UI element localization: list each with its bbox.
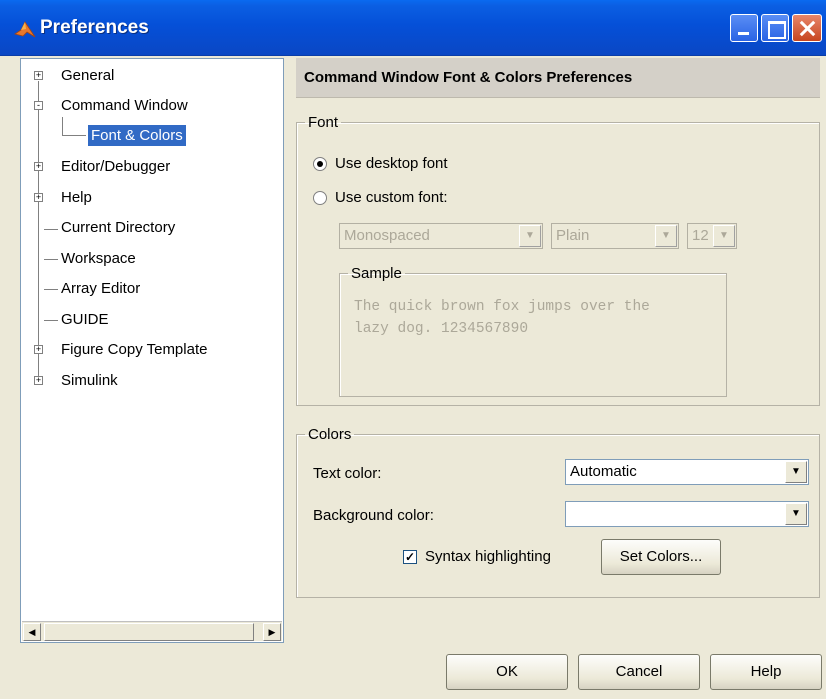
chevron-down-icon[interactable]: ▼ [713,225,735,247]
preferences-window: Preferences + General - Command Window F… [0,0,826,699]
tree-connector-line [62,117,63,135]
font-style-value: Plain [556,227,590,244]
font-size-select[interactable]: 12 ▼ [687,223,737,249]
radio-selected-icon[interactable] [313,157,327,171]
font-group: Font Use desktop font Use custom font: M… [296,114,820,406]
use-desktop-font-label: Use desktop font [335,155,448,172]
tree-connector-line [44,259,58,260]
font-family-select[interactable]: Monospaced ▼ [339,223,543,249]
cancel-button[interactable]: Cancel [578,654,700,690]
tree-item-label: Workspace [61,250,136,267]
sample-line-2: lazy dog. 1234567890 [354,321,529,337]
sample-group: Sample The quick brown fox jumps over th… [339,265,727,397]
tree-item-label: Editor/Debugger [61,158,171,175]
colors-group-legend: Colors [308,426,352,443]
scroll-right-icon[interactable]: ▶ [263,623,281,641]
horizontal-scrollbar[interactable]: ◀ ▶ [22,621,282,641]
colors-group: Colors Text color: Automatic ▼ Backgroun… [296,426,820,598]
tree-item-array-editor[interactable]: Array Editor [61,278,140,300]
tree-item-command-window[interactable]: - Command Window [31,95,188,117]
text-color-select[interactable]: Automatic ▼ [565,459,809,485]
font-style-select[interactable]: Plain ▼ [551,223,679,249]
tree-item-label: Command Window [61,97,188,114]
sample-line-1: The quick brown fox jumps over the [354,299,650,315]
panel-title: Command Window Font & Colors Preferences [296,58,820,98]
sample-group-legend: Sample [351,265,402,282]
expand-icon[interactable]: + [34,193,43,202]
chevron-down-icon[interactable]: ▼ [655,225,677,247]
window-title: Preferences [40,17,149,38]
close-icon[interactable] [792,14,822,42]
collapse-icon[interactable]: - [34,101,43,110]
font-group-legend: Font [308,114,339,131]
tree-connector-line [62,135,86,136]
tree-connector-line [38,81,39,381]
tree-item-help[interactable]: + Help [31,187,92,209]
tree-item-label: Array Editor [61,280,141,297]
matlab-logo-icon [14,21,36,38]
expand-icon[interactable]: + [34,345,43,354]
expand-icon[interactable]: + [34,162,43,171]
tree-item-label: Help [61,189,92,206]
tree-item-workspace[interactable]: Workspace [61,248,136,270]
tree-connector-line [44,289,58,290]
ok-button[interactable]: OK [446,654,568,690]
help-button[interactable]: Help [710,654,822,690]
tree-item-simulink[interactable]: + Simulink [31,370,118,392]
scroll-thumb[interactable] [44,623,254,641]
set-colors-button[interactable]: Set Colors... [601,539,721,575]
tree-item-editor-debugger[interactable]: + Editor/Debugger [31,156,170,178]
maximize-icon[interactable] [761,14,789,42]
tree-item-label: General [61,67,115,84]
preferences-tree[interactable]: + General - Command Window Font & Colors… [20,58,284,643]
tree-item-label: Figure Copy Template [61,341,208,358]
minimize-icon[interactable] [730,14,758,42]
tree-item-guide[interactable]: GUIDE [61,309,109,331]
expand-icon[interactable]: + [34,71,43,80]
chevron-down-icon[interactable]: ▼ [785,461,807,483]
font-family-value: Monospaced [344,227,430,244]
title-bar[interactable]: Preferences [0,0,826,56]
tree-item-label: Current Directory [61,219,176,236]
scroll-left-icon[interactable]: ◀ [23,623,41,641]
background-color-select[interactable]: ▼ [565,501,809,527]
chevron-down-icon[interactable]: ▼ [519,225,541,247]
sample-text: The quick brown fox jumps over the lazy … [354,296,734,340]
tree-item-font-colors[interactable]: Font & Colors [88,125,186,147]
chevron-down-icon[interactable]: ▼ [785,503,807,525]
use-custom-font-label: Use custom font: [335,189,448,206]
tree-item-current-directory[interactable]: Current Directory [61,217,175,239]
syntax-highlighting-label[interactable]: Syntax highlighting [425,548,551,565]
text-color-value: Automatic [570,463,637,480]
background-color-label: Background color: [313,507,434,524]
tree-item-figure-copy-template[interactable]: + Figure Copy Template [31,339,207,361]
radio-unselected-icon[interactable] [313,191,327,205]
tree-item-label: Simulink [61,372,118,389]
tree-connector-line [44,320,58,321]
tree-connector-line [44,229,58,230]
expand-icon[interactable]: + [34,376,43,385]
syntax-highlighting-checkbox[interactable]: ✓ [403,550,417,564]
tree-item-general[interactable]: + General [31,65,114,87]
tree-item-label: Font & Colors [88,125,186,146]
font-size-value: 12 [692,227,709,244]
text-color-label: Text color: [313,465,382,482]
tree-item-label: GUIDE [61,311,109,328]
